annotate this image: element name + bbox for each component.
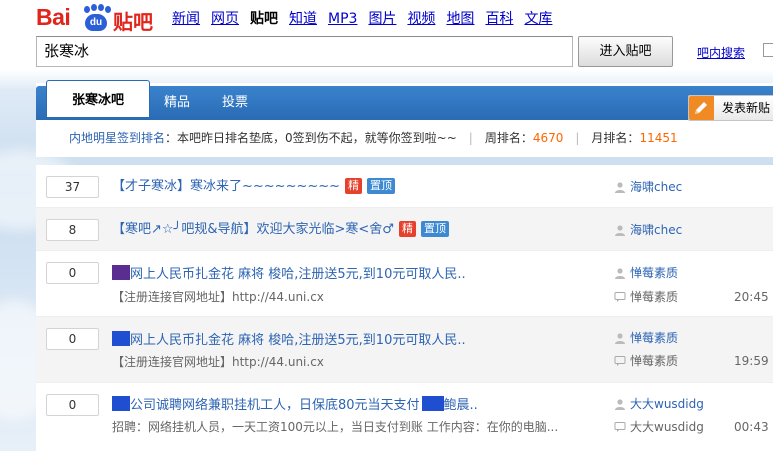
week-rank-value: 4670 (532, 131, 564, 145)
thread-row: 8 【寒吧↗☆╯吧规&导航】欢迎大家光临>寒<舍♂ 精置顶 海啸chec (36, 208, 773, 251)
enter-tieba-button[interactable]: 进入贴吧 (578, 36, 673, 67)
thread-author[interactable]: 惮莓素质 (614, 265, 678, 281)
thread-row: 0 网上人民币扎金花 麻将 梭哈,注册送5元,到10元可取人民.. 【注册连接官… (36, 317, 773, 383)
forum-header: 精品 投票 发表新贴 张寒冰吧 内地明星签到排名：本吧昨日排名垫底，0签到伤不起… (36, 80, 773, 157)
tab-vote[interactable]: 投票 (214, 86, 256, 120)
top-badge: 置顶 (367, 178, 396, 194)
user-icon (615, 268, 625, 279)
week-rank-label: 周排名： (484, 131, 533, 145)
month-rank-label: 月排名： (591, 131, 640, 145)
thread-title-text[interactable]: 公司诚聘网络兼职挂机工人，日保底80元当天支付 (130, 398, 420, 413)
rank-category-link[interactable]: 内地明星签到排名 (69, 131, 165, 145)
thread-list: 37 【才子寒冰】寒冰来了~~~~~~~~~ 精置顶 海啸chec 8 【寒吧↗☆… (36, 165, 773, 451)
pencil-icon (689, 96, 714, 120)
last-replier[interactable]: 大大wusdidg (614, 419, 704, 435)
reply-count: 8 (46, 219, 99, 241)
reply-count: 0 (46, 328, 99, 350)
nav-zhidao[interactable]: 知道 (289, 10, 317, 28)
thread-title-text[interactable]: 【才子寒冰】寒冰来了~~~~~~~~~ (112, 179, 340, 194)
rank-text: ：本吧昨日排名垫底，0签到伤不起，就等你签到啦~~ (165, 131, 457, 145)
baidu-tieba-logo[interactable]: Bai du 贴吧 (36, 4, 158, 34)
user-icon (615, 225, 625, 236)
thread-title[interactable]: 网上人民币扎金花 麻将 梭哈,注册送5元,到10元可取人民.. (112, 265, 466, 284)
tab-elite[interactable]: 精品 (156, 86, 198, 120)
replier-name[interactable]: 惮莓素质 (630, 290, 678, 304)
new-post-label: 发表新贴 (722, 101, 771, 115)
nav-map[interactable]: 地图 (446, 10, 474, 28)
thread-title-tail[interactable]: 鲍晨.. (444, 398, 478, 413)
elite-badge: 精 (398, 221, 416, 237)
top-badge: 置顶 (420, 221, 449, 237)
nav-baike[interactable]: 百科 (485, 10, 513, 28)
reply-count: 0 (46, 394, 99, 416)
author-name[interactable]: 海啸chec (630, 223, 682, 237)
corner-checkbox[interactable] (763, 43, 773, 57)
last-replier[interactable]: 惮莓素质 (614, 353, 678, 369)
comment-icon (614, 292, 626, 302)
last-reply-time: 20:45 (734, 290, 769, 304)
nav-web[interactable]: 网页 (211, 10, 239, 28)
nav-wenku[interactable]: 文库 (524, 10, 552, 28)
logo-bai: Bai (36, 4, 71, 30)
thread-row: 0 公司诚聘网络兼职挂机工人，日保底80元当天支付 鲍晨.. 招聘：网络挂机人员，… (36, 383, 773, 451)
rank-line: 内地明星签到排名：本吧昨日排名垫底，0签到伤不起，就等你签到啦~~ | 周排名：46… (69, 131, 678, 145)
nav-mp3[interactable]: MP3 (328, 10, 357, 28)
comment-icon (614, 356, 626, 366)
header: Bai du 贴吧 新闻 网页 贴吧 知道 MP3 图片 视频 地图 百科 文库… (0, 0, 773, 75)
nav-news[interactable]: 新闻 (172, 10, 200, 28)
user-icon (615, 333, 625, 344)
thread-title[interactable]: 网上人民币扎金花 麻将 梭哈,注册送5元,到10元可取人民.. (112, 331, 466, 350)
reply-count: 0 (46, 262, 99, 284)
replier-name[interactable]: 大大wusdidg (630, 420, 704, 434)
thread-title[interactable]: 【寒吧↗☆╯吧规&导航】欢迎大家光临>寒<舍♂ 精置顶 (112, 221, 449, 239)
color-block (112, 331, 130, 346)
last-reply-time: 19:59 (734, 354, 769, 368)
color-block (112, 265, 130, 280)
author-name[interactable]: 海啸chec (630, 180, 682, 194)
inbar-search-link[interactable]: 吧内搜索 (697, 44, 745, 61)
thread-author[interactable]: 海啸chec (614, 179, 682, 195)
thread-author[interactable]: 惮莓素质 (614, 330, 678, 346)
nav-tieba[interactable]: 贴吧 (250, 10, 278, 28)
user-icon (615, 399, 625, 410)
color-block (112, 396, 130, 411)
thread-title[interactable]: 公司诚聘网络兼职挂机工人，日保底80元当天支付 鲍晨.. (112, 396, 478, 415)
author-name[interactable]: 大大wusdidg (630, 397, 704, 411)
thread-author[interactable]: 海啸chec (614, 222, 682, 238)
paw-icon: du (81, 4, 111, 31)
thread-title-text[interactable]: 网上人民币扎金花 麻将 梭哈,注册送5元,到10元可取人民.. (130, 333, 466, 348)
author-name[interactable]: 惮莓素质 (630, 266, 678, 280)
color-block (421, 396, 444, 411)
top-nav: 新闻 网页 贴吧 知道 MP3 图片 视频 地图 百科 文库 (172, 10, 563, 28)
search-input[interactable]: 张寒冰 (36, 36, 573, 67)
month-rank-value: 11451 (639, 131, 678, 145)
thread-author[interactable]: 大大wusdidg (614, 396, 704, 412)
thread-title-text[interactable]: 网上人民币扎金花 麻将 梭哈,注册送5元,到10元可取人民.. (130, 267, 466, 282)
nav-images[interactable]: 图片 (368, 10, 396, 28)
logo-du: du (85, 14, 107, 31)
comment-icon (614, 422, 626, 432)
thread-title-text[interactable]: 【寒吧↗☆╯吧规&导航】欢迎大家光临>寒<舍♂ (112, 222, 394, 237)
thread-abstract: 【注册连接官网地址】http://44.uni.cx (112, 355, 324, 369)
thread-title[interactable]: 【才子寒冰】寒冰来了~~~~~~~~~ 精置顶 (112, 178, 396, 196)
reply-count: 37 (46, 176, 99, 198)
last-reply-time: 00:43 (734, 420, 769, 434)
elite-badge: 精 (345, 178, 363, 194)
thread-abstract: 【注册连接官网地址】http://44.uni.cx (112, 290, 324, 304)
nav-video[interactable]: 视频 (407, 10, 435, 28)
user-icon (615, 182, 625, 193)
author-name[interactable]: 惮莓素质 (630, 331, 678, 345)
logo-tieba: 贴吧 (113, 10, 153, 34)
thread-row: 0 网上人民币扎金花 麻将 梭哈,注册送5元,到10元可取人民.. 【注册连接官… (36, 251, 773, 317)
last-replier[interactable]: 惮莓素质 (614, 289, 678, 305)
tab-forum[interactable]: 张寒冰吧 (46, 80, 150, 117)
replier-name[interactable]: 惮莓素质 (630, 354, 678, 368)
thread-row: 37 【才子寒冰】寒冰来了~~~~~~~~~ 精置顶 海啸chec (36, 165, 773, 208)
new-post-button[interactable]: 发表新贴 (688, 95, 773, 121)
thread-abstract: 招聘：网络挂机人员，一天工资100元以上，当日支付到账 工作内容：在你的电脑..… (112, 420, 559, 434)
